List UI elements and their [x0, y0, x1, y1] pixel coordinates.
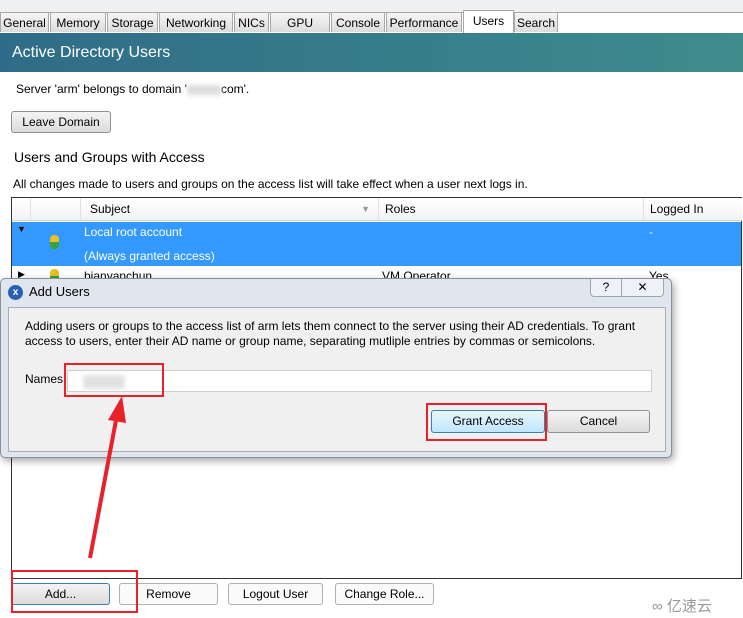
tab-users[interactable]: Users — [463, 10, 514, 33]
domain-text: Server 'arm' belongs to domain ' — [16, 82, 187, 96]
annotation-box-names — [64, 363, 164, 397]
dialog-title: Add Users — [29, 284, 90, 299]
cancel-button[interactable]: Cancel — [547, 410, 650, 433]
dialog-description: Adding users or groups to the access lis… — [25, 319, 636, 348]
tab-search[interactable]: Search — [514, 12, 558, 32]
table-row[interactable]: ▼ Local root account (Always granted acc… — [12, 222, 741, 266]
close-button[interactable]: ✕ — [622, 279, 663, 296]
names-label: Names: — [25, 372, 67, 386]
tab-gpu[interactable]: GPU — [270, 12, 330, 32]
redacted-domain — [186, 84, 221, 95]
tab-memory[interactable]: Memory — [50, 12, 106, 32]
app-logo-icon: x — [8, 285, 23, 300]
subject: Local root account — [84, 225, 183, 239]
col-logged-in[interactable]: Logged In — [644, 198, 742, 221]
col-subject-label: Subject — [90, 202, 131, 216]
domain-suffix: com'. — [220, 82, 250, 96]
col-roles[interactable]: Roles — [379, 198, 644, 221]
tab-storage[interactable]: Storage — [107, 12, 158, 32]
subject-subtitle: (Always granted access) — [84, 249, 215, 263]
tab-console[interactable]: Console — [331, 12, 385, 32]
col-expander — [12, 198, 31, 221]
help-button[interactable]: ? — [591, 279, 622, 296]
tab-nics[interactable]: NICs — [234, 12, 269, 32]
domain-info: Server 'arm' belongs to domain ' com'. — [16, 82, 249, 96]
tab-general[interactable]: General — [0, 12, 49, 32]
page-title: Active Directory Users — [0, 33, 743, 72]
annotation-box-grant — [426, 403, 547, 441]
collapse-arrow-icon[interactable]: ▼ — [17, 224, 26, 234]
logout-user-button[interactable]: Logout User — [228, 583, 323, 605]
col-subject[interactable]: Subject ▼ — [81, 198, 379, 221]
user-icon — [50, 235, 59, 249]
tab-networking[interactable]: Networking — [159, 12, 233, 32]
tab-performance[interactable]: Performance — [386, 12, 462, 32]
change-role-button[interactable]: Change Role... — [335, 583, 434, 605]
title-buttons: ? ✕ — [590, 279, 664, 297]
section-title: Users and Groups with Access — [14, 149, 205, 165]
leave-domain-button[interactable]: Leave Domain — [11, 111, 111, 133]
sort-arrow-icon: ▼ — [361, 204, 370, 214]
watermark-logo: ∞ 亿速云 — [652, 598, 712, 615]
access-note: All changes made to users and groups on … — [13, 177, 528, 191]
col-icon — [31, 198, 81, 221]
logged-in: - — [649, 225, 653, 239]
annotation-box-add — [11, 570, 138, 613]
